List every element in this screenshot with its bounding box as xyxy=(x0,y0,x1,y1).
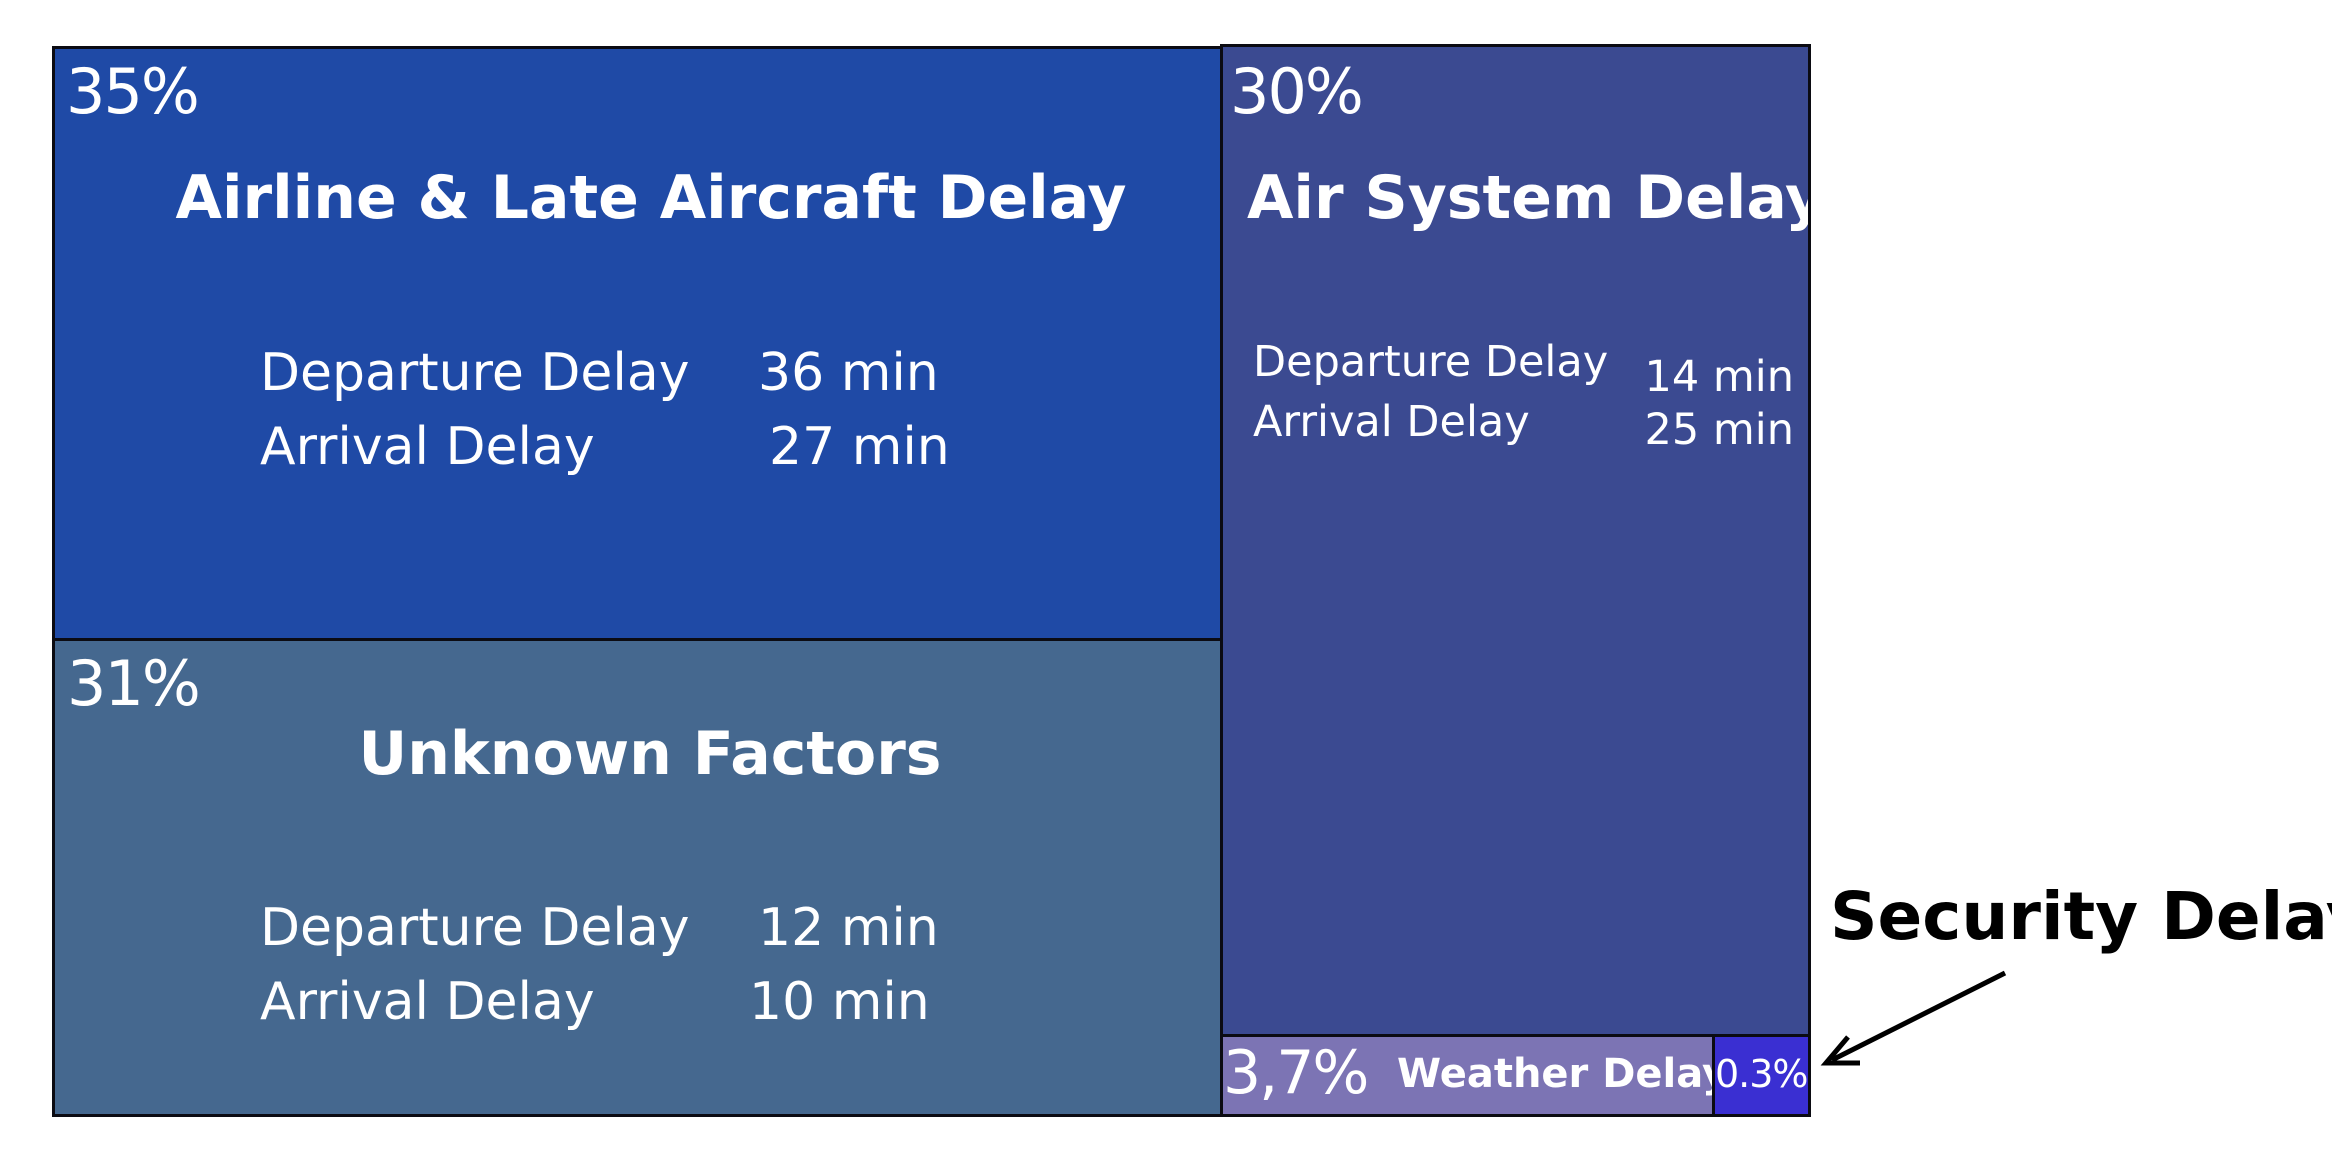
annotation-arrow-icon xyxy=(1820,970,2007,1066)
